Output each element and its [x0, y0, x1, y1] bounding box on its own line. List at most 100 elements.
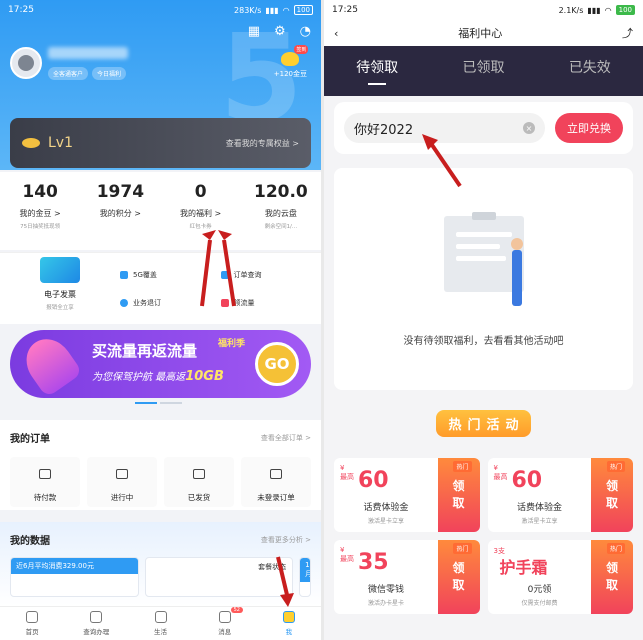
person-illustration-icon	[511, 238, 523, 306]
plan-status-chip[interactable]: 套餐状态	[144, 557, 294, 597]
banner-sub-prefix: 为您保驾护航 最高返	[92, 372, 186, 383]
level-card[interactable]: Lv1 查看我的专属权益 >	[10, 118, 311, 168]
settings-icon[interactable]: ⚙	[274, 24, 286, 39]
tab-claimed[interactable]: 已领取	[462, 57, 504, 85]
tab-query[interactable]: 查询办理	[64, 607, 128, 640]
page-title: 福利中心	[458, 27, 503, 40]
status-bar: 17:25 2.1K/s ▮▮▮ ◠ 100	[324, 0, 643, 20]
consumption-chip[interactable]: 近6月平均消费329.00元	[10, 557, 139, 597]
blurred-username	[48, 47, 128, 59]
truck-icon	[193, 469, 205, 479]
share-icon[interactable]: ⤴	[622, 25, 633, 41]
order-label: 已发货	[187, 493, 211, 502]
activity-card[interactable]: ¥ 最高 60 话费体验金 激活星卡立享 领 取 热门	[334, 458, 480, 532]
service-5g-coverage[interactable]: 5G覆盖	[120, 261, 221, 289]
welfare-tabs: 待领取 已领取 已失效	[324, 46, 643, 96]
life-icon	[154, 611, 167, 623]
next-chip[interactable]: 11月	[299, 557, 311, 597]
orders-row: 待付款 进行中 已发货 未登录订单	[0, 445, 321, 507]
back-icon[interactable]: ‹	[334, 27, 338, 40]
service-unsubscribe[interactable]: 业务退订	[120, 289, 221, 317]
service-get-data[interactable]: 领流量	[220, 289, 322, 317]
stat-welfare[interactable]: 0 我的福利 > 红包卡券	[161, 182, 241, 250]
card-name: 0元领	[527, 585, 552, 595]
my-orders: 我的订单 查看全部订单 > 待付款 进行中 已发货 未登录订单	[0, 420, 321, 510]
tab-home[interactable]: 首页	[0, 607, 64, 640]
activity-card[interactable]: ¥ 最高 35 微信零钱 激活办卡星卡 领 取 热门	[334, 540, 480, 614]
avatar[interactable]	[10, 47, 42, 79]
cloud-icon	[22, 138, 40, 148]
activity-card[interactable]: 3支 护手霜 0元领 仅需支付邮费 领 取 热门	[487, 540, 633, 614]
hot-badge: 热门	[453, 461, 472, 472]
tag-daily-welfare[interactable]: 今日福利	[92, 67, 127, 80]
stat-points[interactable]: 1974 我的积分 >	[80, 182, 160, 250]
empty-state: 没有待领取福利，去看看其他活动吧	[334, 168, 633, 390]
gift-icon	[220, 299, 229, 307]
card-sub: 激活星卡立享	[521, 518, 558, 525]
hot-badge: 热门	[606, 461, 625, 472]
invoice-illustration-icon	[40, 257, 80, 283]
qr-code-icon[interactable]: ▦	[248, 24, 260, 39]
bottom-tab-bar: 首页 查询办理 生活 52 消息 我	[0, 606, 321, 640]
checkin-badge: 签到	[294, 45, 309, 54]
receipt-icon	[270, 469, 282, 479]
tag-customer[interactable]: 全客通客户	[48, 67, 89, 80]
level-text: Lv1	[48, 135, 73, 151]
tab-expired[interactable]: 已失效	[569, 57, 611, 85]
status-indicators: 2.1K/s ▮▮▮ ◠ 100	[559, 5, 635, 15]
card-amount: 35	[358, 550, 389, 575]
message-icon[interactable]: ◔	[300, 24, 311, 39]
gold-reward-text: +120金豆	[273, 70, 307, 78]
redeem-code-input[interactable]: 你好2022 ×	[344, 113, 545, 143]
clear-icon[interactable]: ×	[523, 122, 535, 134]
order-not-logged[interactable]: 未登录订单	[241, 457, 311, 507]
carousel-dot	[160, 402, 182, 404]
orders-title: 我的订单	[10, 434, 50, 445]
order-in-progress[interactable]: 进行中	[87, 457, 157, 507]
card-name: 话费体验金	[516, 503, 562, 513]
stat-gold[interactable]: 140 我的金豆 > 75日抽奖抵现领	[0, 182, 80, 250]
redeem-bar: 你好2022 × 立即兑换	[334, 102, 633, 154]
order-pending-payment[interactable]: 待付款	[10, 457, 80, 507]
orders-view-all[interactable]: 查看全部订单 >	[261, 433, 311, 443]
tab-label: 我	[285, 628, 293, 636]
tab-me[interactable]: 我	[257, 607, 321, 640]
promo-banner[interactable]: 买流量再返流量 福利季 为您保驾护航 最高返10GB GO	[10, 330, 311, 398]
card-currency: ¥ 最高	[340, 546, 354, 563]
e-invoice-sub: 报销全立享	[46, 305, 74, 311]
order-label: 未登录订单	[257, 493, 295, 502]
level-benefits-link[interactable]: 查看我的专属权益 >	[226, 138, 299, 149]
mydata-more[interactable]: 查看更多分析 >	[261, 535, 311, 545]
nav-bar: ‹ 福利中心 ⤴	[324, 20, 643, 46]
carousel-indicator	[135, 402, 182, 404]
redeem-button[interactable]: 立即兑换	[555, 113, 623, 143]
banner-sub-highlight: 10GB	[185, 369, 224, 384]
rocket-icon	[17, 330, 83, 398]
gold-coin-icon: 签到	[281, 45, 309, 66]
stat-cloud[interactable]: 120.0 我的云盘 剩余空间1/...	[241, 182, 321, 250]
card-sub: 激活星卡立享	[367, 518, 404, 525]
order-label: 进行中	[110, 493, 134, 502]
checkin-gold[interactable]: 签到 +120金豆	[273, 45, 309, 79]
banner-go-button[interactable]: GO	[255, 342, 299, 386]
tab-messages[interactable]: 52 消息	[193, 607, 257, 640]
hot-char: 门	[467, 418, 481, 433]
hot-char: 热	[448, 418, 462, 433]
service-order-query[interactable]: 订单查询	[220, 261, 322, 289]
wallet-icon	[39, 469, 51, 479]
stats-row: 140 我的金豆 > 75日抽奖抵现领 1974 我的积分 > 0 我的福利 > 红包卡券…	[0, 172, 321, 250]
header-actions: ▦ ⚙ ◔	[248, 24, 311, 39]
mydata-title: 我的数据	[10, 536, 50, 547]
plan-status-label: 套餐状态	[258, 563, 287, 571]
tab-to-claim[interactable]: 待领取	[356, 57, 398, 85]
stat-value: 0	[194, 182, 207, 202]
avatar-face-icon	[18, 55, 34, 71]
me-icon	[282, 611, 295, 623]
banner-subtitle: 为您保驾护航 最高返10GB	[92, 368, 224, 384]
order-shipped[interactable]: 已发货	[164, 457, 234, 507]
account-tags: 全客通客户 今日福利	[48, 67, 127, 80]
e-invoice[interactable]: 电子发票 报销全立享	[0, 253, 120, 324]
tab-life[interactable]: 生活	[128, 607, 192, 640]
my-data: 我的数据 查看更多分析 > 近6月平均消费329.00元 套餐状态 11月	[0, 522, 321, 606]
activity-card[interactable]: ¥ 最高 60 话费体验金 激活星卡立享 领 取 热门	[487, 458, 633, 532]
